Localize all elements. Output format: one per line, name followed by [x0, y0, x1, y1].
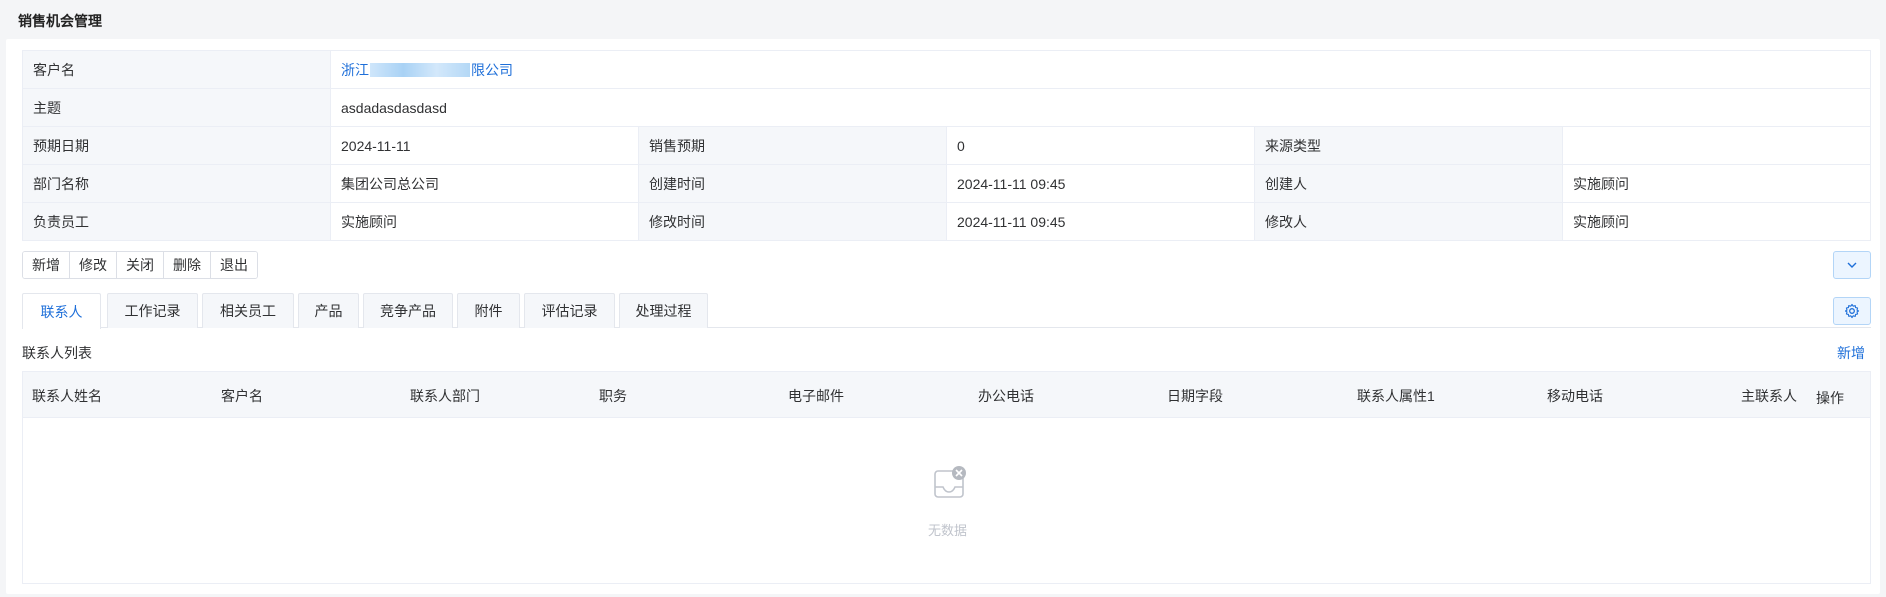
customer-name-end[interactable]: 限公司	[471, 60, 513, 80]
owner-value: 实施顾问	[331, 203, 639, 241]
settings-button[interactable]	[1833, 297, 1871, 325]
col-email[interactable]: 电子邮件	[788, 386, 844, 406]
col-actions: 操作	[1816, 390, 1844, 406]
customer-name-start[interactable]: 浙江	[341, 60, 369, 80]
created-time-label: 创建时间	[639, 165, 947, 203]
tab-process[interactable]: 处理过程	[619, 293, 708, 328]
col-office-phone[interactable]: 办公电话	[978, 386, 1034, 406]
source-type-label: 来源类型	[1255, 127, 1563, 165]
tab-work-records[interactable]: 工作记录	[107, 293, 198, 328]
tab-competing-products[interactable]: 竞争产品	[363, 293, 453, 328]
expect-date-value: 2024-11-11	[331, 127, 639, 165]
modified-time-value: 2024-11-11 09:45	[947, 203, 1255, 241]
contacts-list-title: 联系人列表	[22, 345, 92, 361]
col-contact-attr1[interactable]: 联系人属性1	[1357, 386, 1435, 406]
info-row-owner: 负责员工 实施顾问 修改时间 2024-11-11 09:45 修改人 实施顾问	[23, 203, 1871, 241]
contacts-table: 联系人姓名 客户名 联系人部门 职务 电子邮件 办公电话 日期字段 联系人属性1…	[22, 371, 1871, 584]
collapse-button[interactable]	[1833, 251, 1871, 279]
created-time-value: 2024-11-11 09:45	[947, 165, 1255, 203]
empty-state: 无数据	[23, 418, 1870, 583]
info-row-dept: 部门名称 集团公司总公司 创建时间 2024-11-11 09:45 创建人 实…	[23, 165, 1871, 203]
delete-button[interactable]: 删除	[164, 252, 211, 278]
subject-value: asdadasdasdasd	[331, 89, 1871, 127]
col-primary-contact[interactable]: 主联系人	[1741, 386, 1797, 406]
action-button-group: 新增 修改 关闭 删除 退出	[22, 251, 258, 279]
main-panel: 客户名 浙江 限公司 主题 asdadasdasdasd 预期日期 2024-1…	[6, 39, 1880, 594]
info-row-expect: 预期日期 2024-11-11 销售预期 0 来源类型	[23, 127, 1871, 165]
info-row-subject: 主题 asdadasdasdasd	[23, 89, 1871, 127]
creator-value: 实施顾问	[1563, 165, 1871, 203]
col-mobile-phone[interactable]: 移动电话	[1547, 386, 1603, 406]
empty-text: 无数据	[927, 523, 967, 538]
col-contact-name[interactable]: 联系人姓名	[32, 386, 102, 406]
redacted-area	[370, 62, 470, 77]
edit-button[interactable]: 修改	[70, 252, 117, 278]
tab-attachments[interactable]: 附件	[457, 293, 520, 328]
col-contact-dept[interactable]: 联系人部门	[410, 386, 480, 406]
exit-button[interactable]: 退出	[211, 252, 257, 278]
source-type-value	[1563, 127, 1871, 165]
add-button[interactable]: 新增	[23, 252, 70, 278]
chevron-down-icon	[1847, 262, 1857, 268]
dept-value: 集团公司总公司	[331, 165, 639, 203]
page-title: 销售机会管理	[18, 13, 102, 29]
col-position[interactable]: 职务	[599, 386, 627, 406]
modifier-label: 修改人	[1255, 203, 1563, 241]
info-row-customer: 客户名 浙江 限公司	[23, 51, 1871, 89]
sales-expect-label: 销售预期	[639, 127, 947, 165]
col-date-field[interactable]: 日期字段	[1167, 386, 1223, 406]
add-contact-link[interactable]: 新增	[1837, 343, 1865, 363]
subject-label: 主题	[23, 89, 331, 127]
close-button[interactable]: 关闭	[117, 252, 164, 278]
modifier-value: 实施顾问	[1563, 203, 1871, 241]
empty-inbox-icon	[934, 466, 966, 498]
dept-label: 部门名称	[23, 165, 331, 203]
col-customer-name[interactable]: 客户名	[221, 386, 263, 406]
tab-related-staff[interactable]: 相关员工	[202, 293, 294, 328]
info-table: 客户名 浙江 限公司 主题 asdadasdasdasd 预期日期 2024-1…	[22, 50, 1871, 241]
gear-icon	[1844, 303, 1860, 319]
table-header: 联系人姓名 客户名 联系人部门 职务 电子邮件 办公电话 日期字段 联系人属性1…	[23, 372, 1870, 418]
owner-label: 负责员工	[23, 203, 331, 241]
tab-products[interactable]: 产品	[298, 293, 359, 328]
tab-evaluation-records[interactable]: 评估记录	[524, 293, 615, 328]
customer-value[interactable]: 浙江 限公司	[331, 51, 1871, 89]
tab-contacts[interactable]: 联系人	[22, 293, 101, 329]
modified-time-label: 修改时间	[639, 203, 947, 241]
sales-expect-value: 0	[947, 127, 1255, 165]
expect-date-label: 预期日期	[23, 127, 331, 165]
tab-bar: 联系人 工作记录 相关员工 产品 竞争产品 附件 评估记录 处理过程	[22, 293, 1871, 329]
creator-label: 创建人	[1255, 165, 1563, 203]
customer-label: 客户名	[23, 51, 331, 89]
